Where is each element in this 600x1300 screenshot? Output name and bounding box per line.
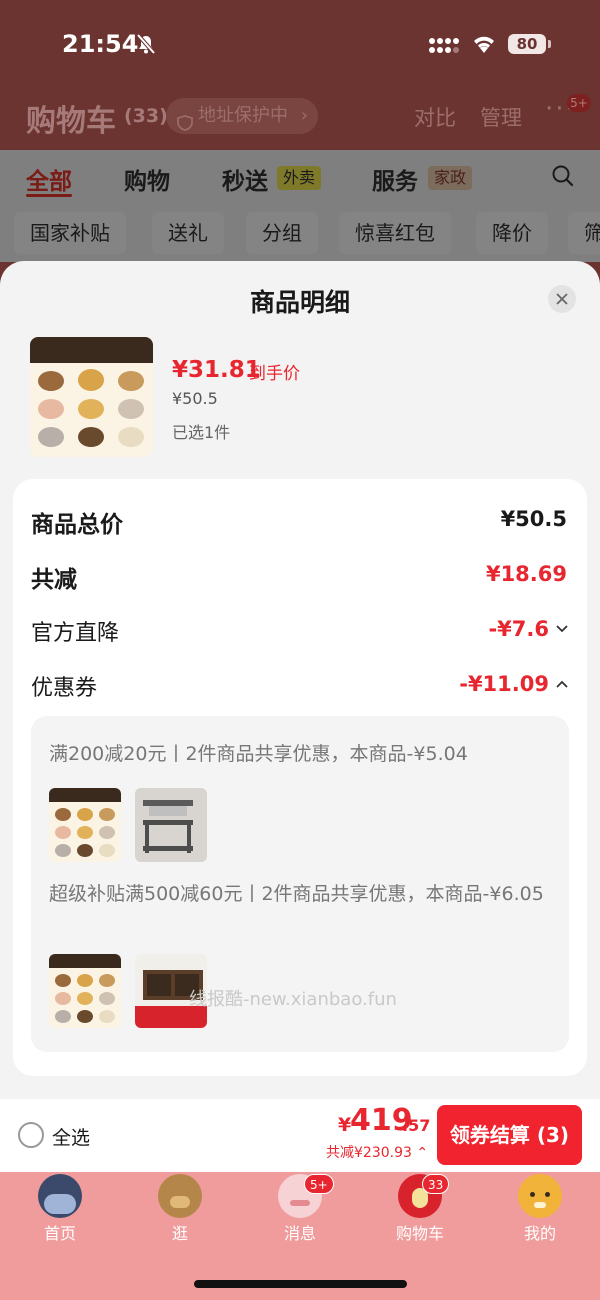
total-reduction-label: 共减 [31,567,77,593]
address-protection-badge[interactable]: 地址保护中 › [166,98,318,134]
final-price-label: 到手价 [249,364,300,384]
cart-badge: 33 [422,1174,450,1194]
total-reduction-value: ¥18.69 [485,562,567,586]
nav-cart-label: 购物车 [395,1224,444,1243]
cellular-signal-icon [428,36,460,58]
filter-chip-row: 国家补贴 送礼 分组 惊喜红包 降价 筛 [0,206,600,262]
status-time: 21:54 [62,30,139,58]
coupon-item-1-shelf-image[interactable] [135,788,207,862]
total-price-label: 商品总价 [31,512,123,538]
page-title: 购物车 [26,104,116,139]
chip-price-drop[interactable]: 降价 [476,212,548,254]
product-detail-sheet: 商品明细 ¥31.81 到手价 ¥50.5 已选1件 商品总价 ¥50.5 共减… [0,261,600,1099]
nav-messages[interactable]: 5+ 消息 [250,1172,350,1252]
select-all-radio[interactable] [18,1122,44,1148]
takeout-tag: 外卖 [277,166,322,190]
tab-instant-delivery[interactable]: 秒送 [222,162,268,196]
browse-bear-icon [158,1174,202,1218]
nav-profile-label: 我的 [523,1224,556,1243]
bell-muted-icon [135,33,157,59]
chevron-right-icon: › [300,105,308,126]
select-all-label[interactable]: 全选 [52,1123,90,1150]
close-button[interactable] [548,285,576,313]
total-amount-decimal: .57 [402,1116,431,1135]
compare-button[interactable]: 对比 [414,102,456,132]
selected-count: 已选1件 [172,423,231,442]
category-tabs: 全部 购物 秒送 外卖 服务 家政 [0,150,600,206]
coupon-item-2-product-image[interactable] [49,954,121,1028]
address-protection-label: 地址保护中 [198,105,288,126]
home-indicator [194,1280,407,1288]
total-saved-text: 共减¥230.93 [326,1145,412,1161]
official-discount-value[interactable]: -¥7.6 [488,617,549,641]
chip-surprise-red-packet[interactable]: 惊喜红包 [339,212,451,254]
coupon-value[interactable]: -¥11.09 [459,672,549,696]
watermark-text: 线报酷-new.xianbao.fun [189,989,397,1010]
status-bar: 21:54 80 [0,0,600,88]
chevron-up-icon[interactable] [555,676,569,695]
housework-tag: 家政 [428,166,473,190]
nav-home-label: 首页 [43,1224,76,1243]
battery-tip [548,40,551,48]
total-saved[interactable]: 共减¥230.93 ⌃ [326,1142,428,1162]
checkout-bar: 全选 ¥ 419 .57 共减¥230.93 ⌃ 领券结算 (3) [0,1099,600,1172]
tab-shopping[interactable]: 购物 [124,162,170,196]
manage-button[interactable]: 管理 [480,102,522,132]
nav-browse[interactable]: 逛 [130,1172,230,1252]
close-icon [556,293,568,305]
nav-profile[interactable]: 我的 [490,1172,590,1252]
profile-character-icon [518,1174,562,1218]
search-icon[interactable] [551,164,575,192]
coupon-label[interactable]: 优惠券 [31,670,97,702]
sheet-title: 商品明细 [249,288,350,317]
chip-gift[interactable]: 送礼 [152,212,224,254]
product-image[interactable] [30,337,153,457]
tab-all[interactable]: 全部 [26,162,72,196]
wifi-icon [471,33,497,59]
nav-cart[interactable]: 33 购物车 [370,1172,470,1252]
chevron-down-icon[interactable] [555,621,569,640]
chip-filter[interactable]: 筛 [568,212,600,254]
official-discount-label[interactable]: 官方直降 [31,615,119,647]
battery-indicator: 80 [508,34,546,54]
total-price-value: ¥50.5 [500,507,567,531]
price-breakdown-card: 商品总价 ¥50.5 共减 ¥18.69 官方直降 -¥7.6 优惠券 -¥11… [13,479,587,1076]
product-image-banner [30,337,153,363]
tab-active-underline [26,194,72,197]
chip-group[interactable]: 分组 [246,212,318,254]
coupon-item-1-product-image[interactable] [49,788,121,862]
nav-messages-label: 消息 [283,1224,316,1243]
checkout-button[interactable]: 领券结算 (3) [437,1105,582,1165]
shield-icon [176,108,194,144]
home-character-icon [38,1174,82,1218]
coupon-item-2-text: 超级补贴满500减60元丨2件商品共享优惠，本商品-¥6.05 [49,883,544,905]
tab-services[interactable]: 服务 [372,162,418,196]
chevron-up-icon: ⌃ [416,1145,429,1161]
messages-badge: 5+ [304,1174,334,1194]
more-badge: 5+ [567,94,591,112]
nav-browse-label: 逛 [171,1224,188,1243]
cart-header: 购物车 (33) 地址保护中 › 对比 管理 ··· 5+ [0,88,600,150]
nav-home[interactable]: 首页 [10,1172,110,1252]
coupon-item-1-text: 满200减20元丨2件商品共享优惠，本商品-¥5.04 [49,743,468,765]
original-price: ¥50.5 [172,389,218,408]
final-price: ¥31.81 [172,357,261,383]
chip-national-subsidy[interactable]: 国家补贴 [14,212,126,254]
cart-count: (33) [124,105,168,127]
